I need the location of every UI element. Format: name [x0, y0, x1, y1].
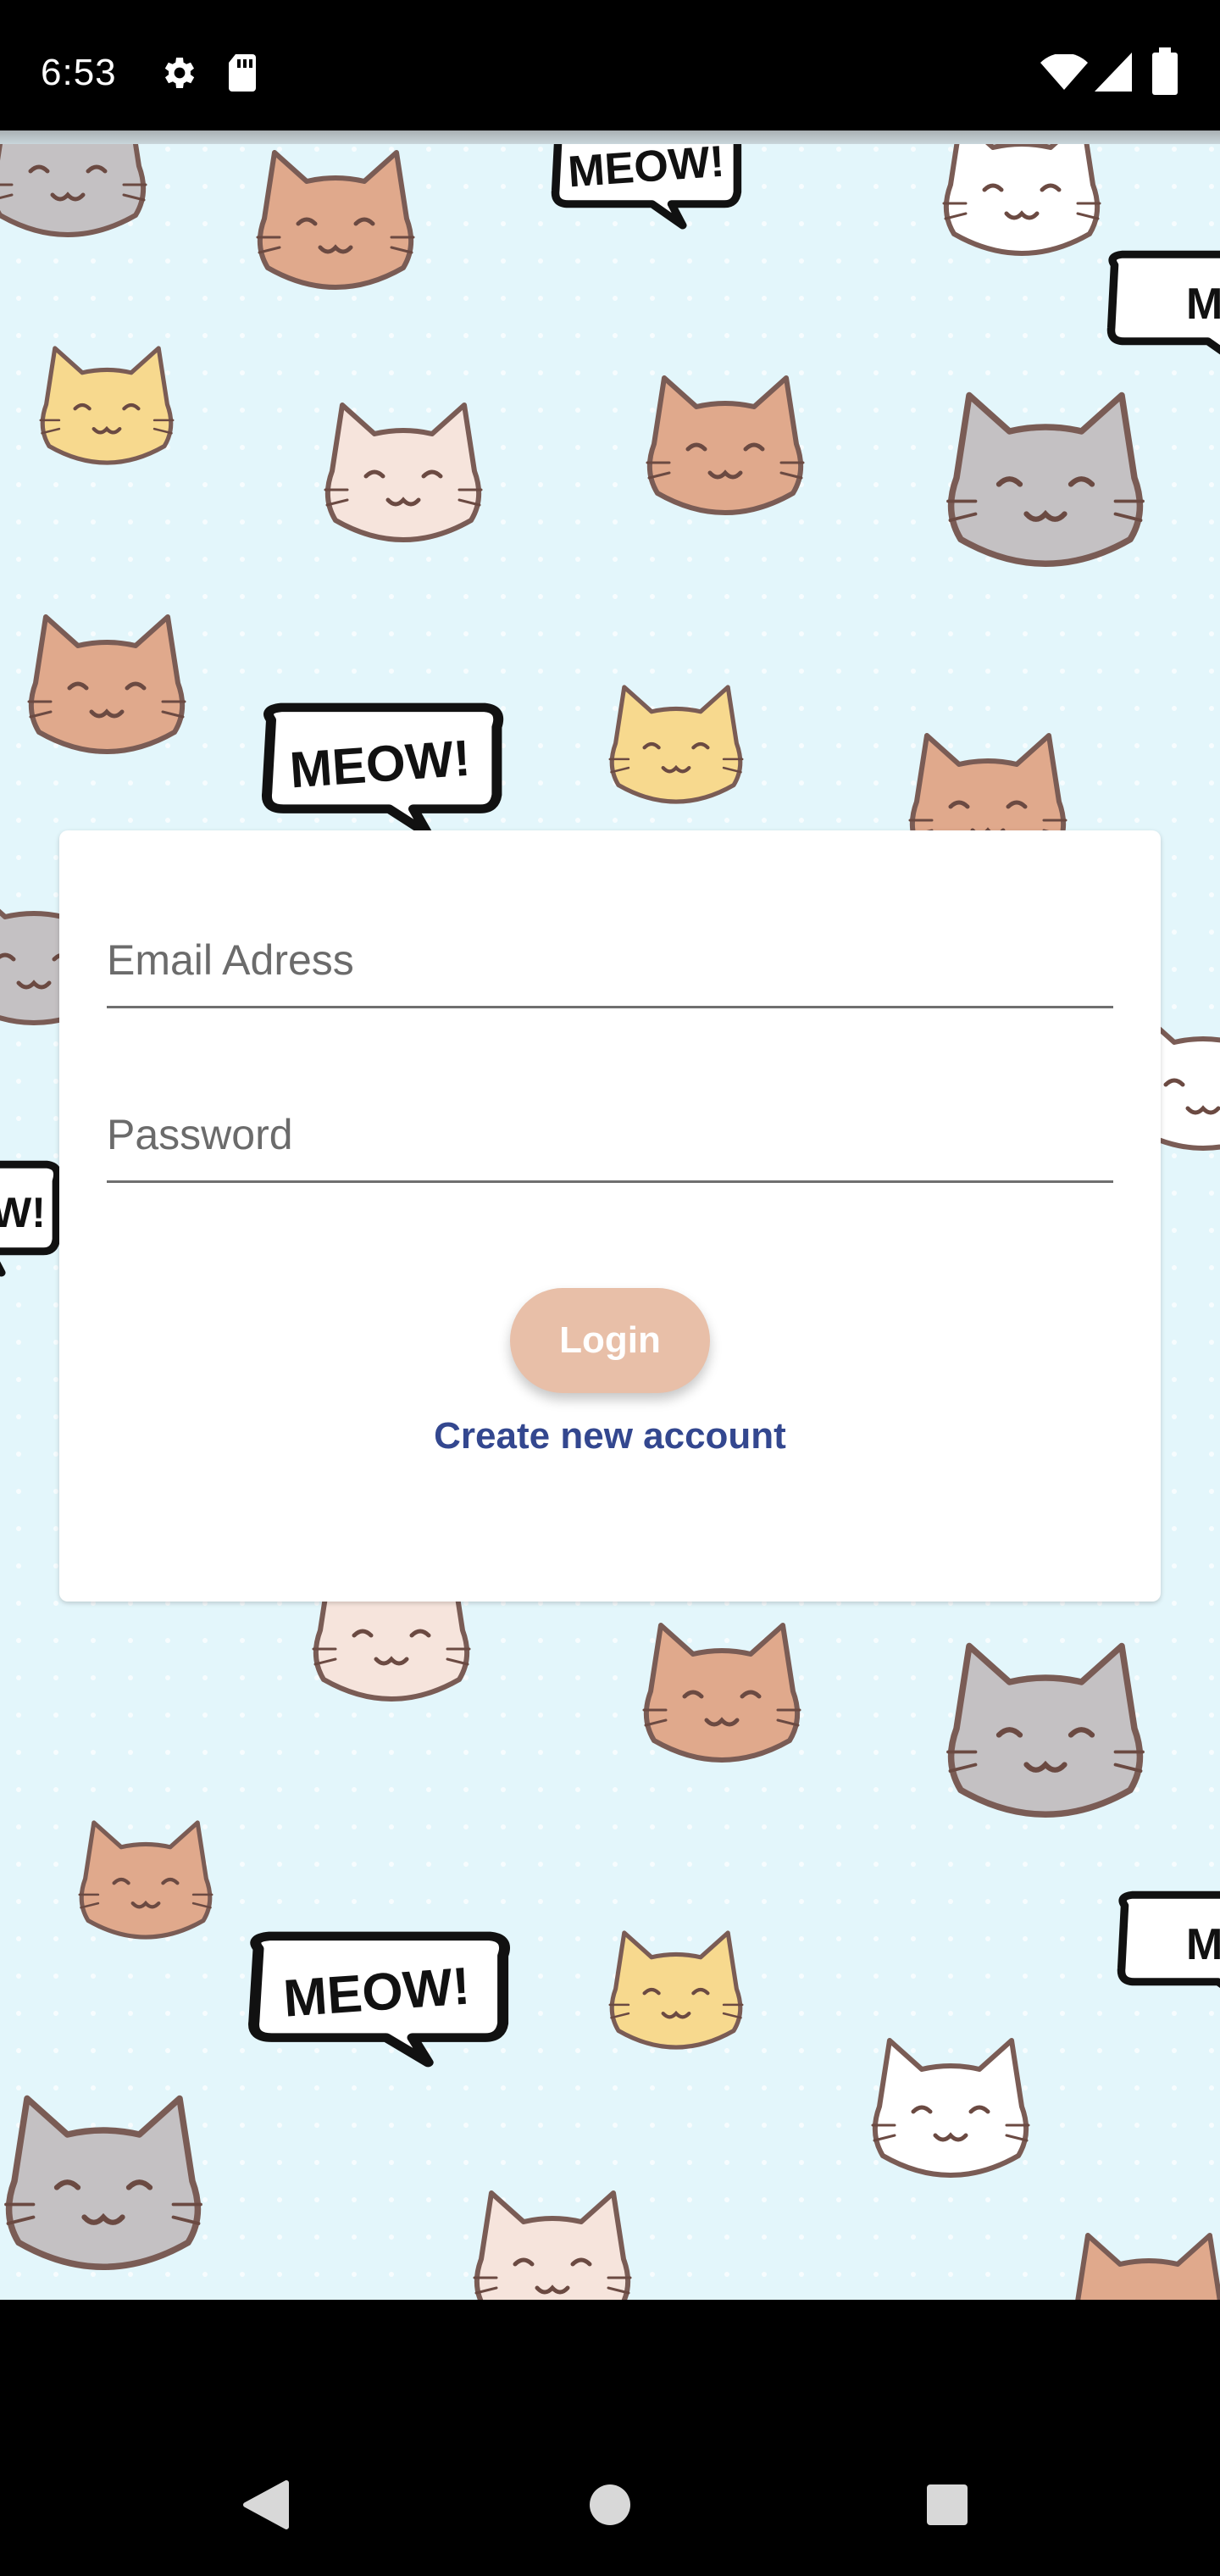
recents-icon[interactable] — [925, 2483, 969, 2527]
status-bar: 6:53 — [0, 0, 1220, 144]
sd-card-icon — [229, 54, 256, 92]
back-icon[interactable] — [242, 2479, 290, 2530]
status-time: 6:53 — [41, 52, 117, 93]
create-account-link[interactable]: Create new account — [59, 1415, 1161, 1457]
bubble-text: ME — [1186, 280, 1220, 329]
login-button-label: Login — [559, 1319, 661, 1361]
wifi-icon — [1040, 54, 1088, 90]
gear-icon — [164, 58, 195, 88]
home-icon[interactable] — [588, 2483, 632, 2527]
bubble-text: ME — [1186, 1920, 1220, 1969]
password-placeholder: Password — [107, 1111, 293, 1158]
battery-icon — [1152, 47, 1178, 95]
app-bar-shadow — [0, 130, 1220, 144]
signal-icon — [1095, 53, 1132, 92]
email-field[interactable]: Email Adress — [107, 915, 1113, 1008]
navigation-bar — [0, 2300, 1220, 2576]
login-card: Email Adress Password Login Create new a… — [59, 830, 1161, 1602]
login-button[interactable]: Login — [510, 1288, 710, 1393]
bubble-text: W! — [0, 1189, 46, 1236]
email-placeholder: Email Adress — [107, 936, 354, 984]
password-field[interactable]: Password — [107, 1090, 1113, 1183]
